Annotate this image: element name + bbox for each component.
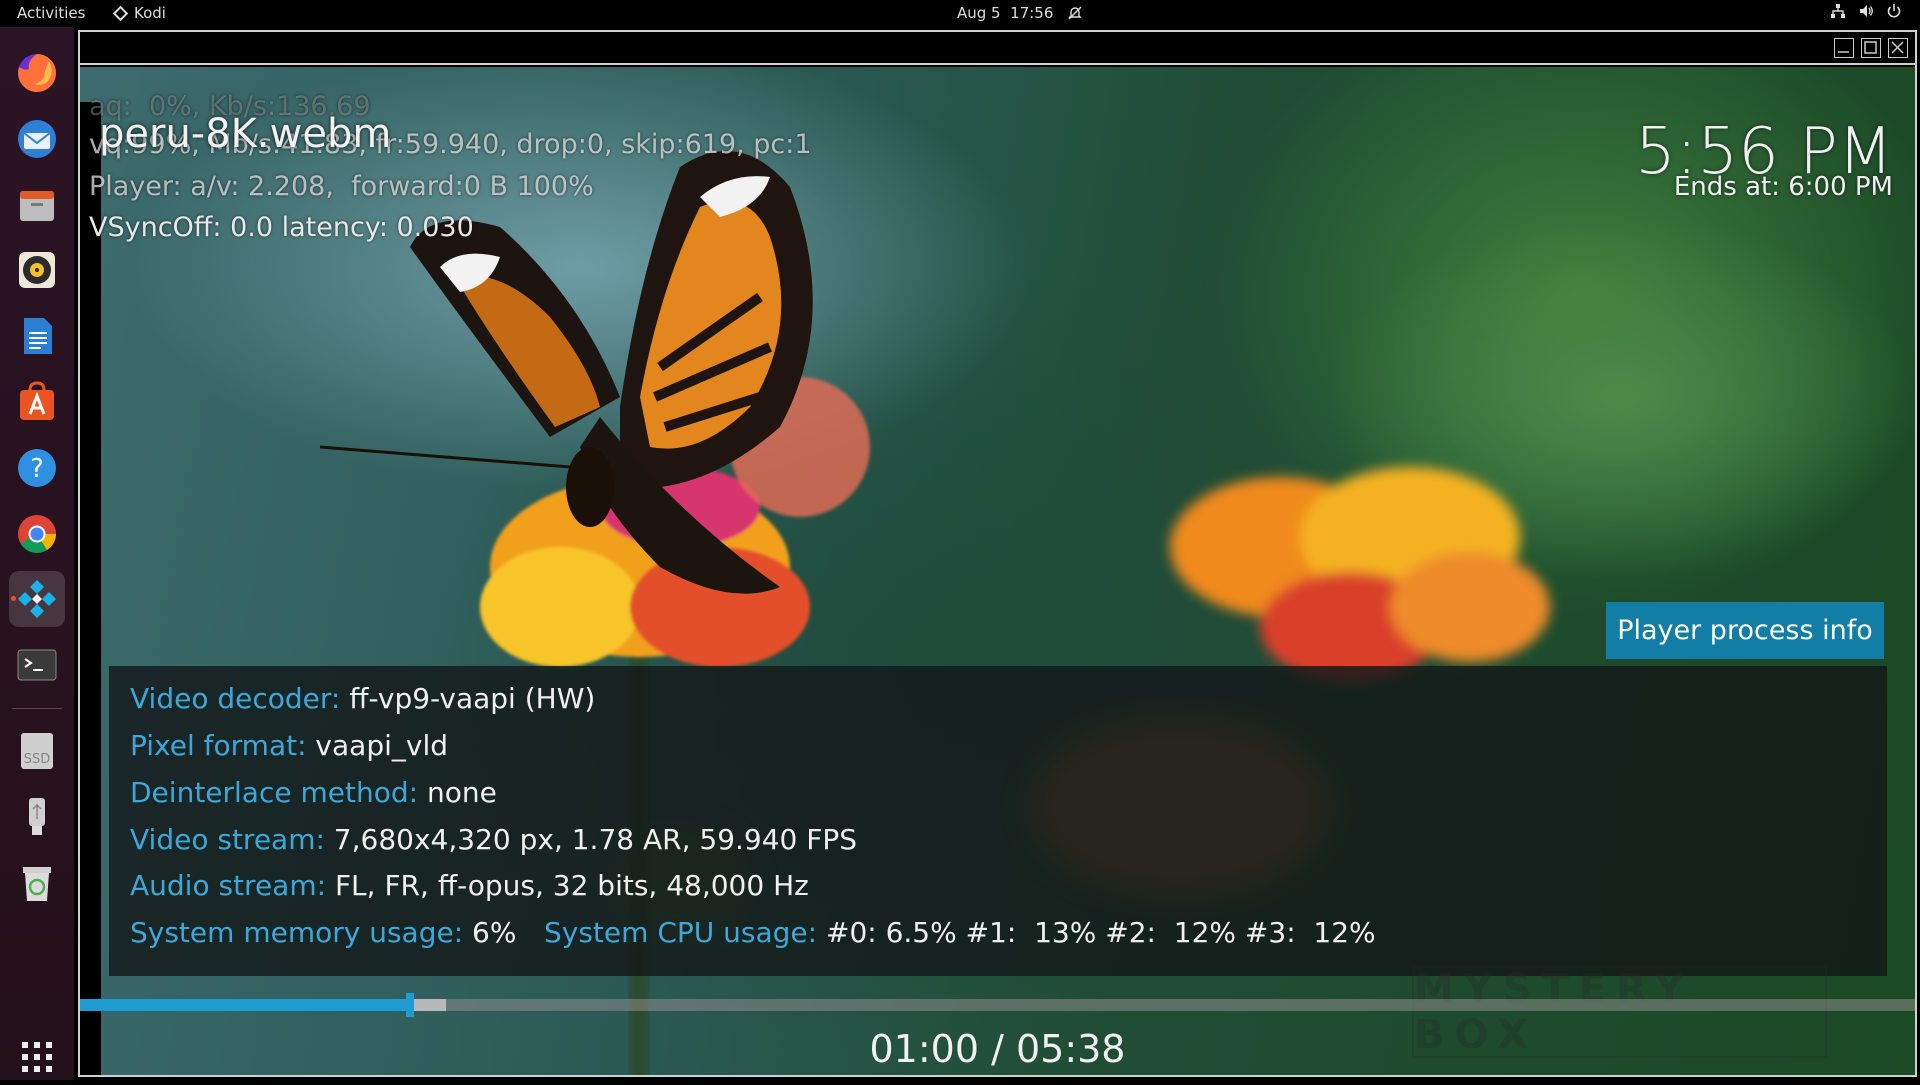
dock: ? SSD — [0, 27, 74, 1080]
dock-help[interactable]: ? — [9, 440, 65, 496]
rhythmbox-icon — [19, 252, 55, 288]
notifications-muted-icon — [1068, 6, 1083, 20]
minimize-button[interactable] — [1834, 38, 1854, 58]
info-label: Deinterlace method: — [130, 776, 419, 809]
date-time-menu[interactable]: Aug 5 17:56 — [957, 4, 1083, 22]
info-label: System memory usage: — [130, 916, 464, 949]
minimize-icon — [1838, 51, 1849, 53]
top-bar: Activities Kodi Aug 5 17:56 — [0, 0, 1920, 27]
writer-icon — [24, 318, 52, 354]
info-label: Pixel format: — [130, 729, 307, 762]
info-value: vaapi_vld — [306, 729, 448, 762]
network-icon — [1831, 4, 1845, 18]
maximize-button[interactable] — [1861, 38, 1881, 58]
info-row-system-memory: System memory usage: 6% — [130, 916, 516, 949]
kodi-window: aq: 0%, Kb/s:136.69 vq:99%, Mb/s:41.83, … — [78, 30, 1917, 1077]
dock-terminal[interactable] — [9, 637, 65, 693]
kodi-icon — [18, 580, 56, 618]
dock-chrome[interactable] — [9, 506, 65, 562]
apps-grid-icon — [22, 1042, 52, 1072]
date-label: Aug 5 — [957, 4, 1001, 22]
firefox-icon — [18, 53, 57, 92]
time-display: 01:00 / 05:38 — [869, 1027, 1126, 1071]
info-value: FL, FR, ff-opus, 32 bits, 48,000 Hz — [326, 869, 809, 902]
activities-button[interactable]: Activities — [17, 4, 85, 22]
info-label: System CPU usage: — [544, 916, 818, 949]
info-value: 7,680x4,320 px, 1.78 AR, 59.940 FPS — [324, 823, 858, 856]
dock-ssd-drive[interactable]: SSD — [9, 723, 65, 779]
ends-at-label: Ends at: 6:00 PM — [1673, 172, 1893, 202]
help-icon: ? — [18, 449, 56, 487]
close-icon — [1891, 41, 1904, 54]
info-value: 6% — [463, 916, 517, 949]
info-label: Video decoder: — [130, 682, 341, 715]
system-tray[interactable] — [1830, 3, 1902, 19]
ssd-label: SSD — [24, 752, 51, 767]
terminal-icon — [17, 649, 57, 681]
info-row-audio-stream: Audio stream: FL, FR, ff-opus, 32 bits, … — [130, 869, 809, 902]
files-icon — [20, 191, 54, 221]
debug-vsync-line: VSyncOff: 0.0 latency: 0.030 — [89, 212, 474, 243]
info-row-video-decoder: Video decoder: ff-vp9-vaapi (HW) — [130, 682, 595, 715]
kodi-icon — [112, 5, 129, 21]
ssd-drive-icon: SSD — [21, 733, 53, 769]
player-process-info-panel: Video decoder: ff-vp9-vaapi (HW) Pixel f… — [109, 666, 1887, 976]
info-row-video-stream: Video stream: 7,680x4,320 px, 1.78 AR, 5… — [130, 823, 857, 856]
maximize-icon — [1864, 41, 1877, 54]
debug-player-line: Player: a/v: 2.208, forward:0 B 100% — [89, 171, 594, 202]
trash-icon — [23, 867, 51, 901]
player-process-info-button[interactable]: Player process info — [1606, 602, 1884, 659]
dock-trash[interactable] — [9, 855, 65, 911]
video-letterbox — [80, 102, 101, 1075]
volume-icon — [1860, 5, 1873, 17]
time-label: 17:56 — [1010, 4, 1054, 22]
dock-separator — [12, 708, 62, 709]
dock-usb-drive[interactable] — [9, 789, 65, 845]
dock-thunderbird[interactable] — [9, 111, 65, 167]
dock-ubuntu-software[interactable] — [9, 374, 65, 430]
media-title: peru-8K.webm — [99, 111, 392, 157]
video-surface[interactable]: aq: 0%, Kb/s:136.69 vq:99%, Mb/s:41.83, … — [80, 67, 1915, 1075]
info-label: Audio stream: — [130, 869, 327, 902]
info-value: none — [418, 776, 497, 809]
app-menu-label: Kodi — [134, 4, 166, 22]
info-value: ff-vp9-vaapi (HW) — [340, 682, 596, 715]
info-value: #0: 6.5% #1: 13% #2: 12% #3: 12% — [817, 916, 1376, 949]
ubuntu-software-icon — [20, 381, 54, 420]
show-apps-button[interactable] — [9, 1029, 65, 1085]
app-menu[interactable]: Kodi — [112, 4, 166, 22]
usb-drive-icon — [29, 798, 45, 835]
power-icon — [1887, 4, 1901, 18]
info-row-deinterlace: Deinterlace method: none — [130, 776, 497, 809]
info-row-pixel-format: Pixel format: vaapi_vld — [130, 729, 448, 762]
close-button[interactable] — [1888, 38, 1908, 58]
dock-files[interactable] — [9, 177, 65, 233]
chrome-icon — [18, 515, 56, 553]
running-indicator — [11, 596, 16, 601]
seek-bar-progress — [80, 999, 410, 1011]
clock-label: Aug 5 17:56 — [957, 4, 1053, 22]
info-row-system-cpu: System CPU usage: #0: 6.5% #1: 13% #2: 1… — [544, 916, 1376, 949]
window-titlebar[interactable] — [80, 32, 1915, 65]
info-label: Video stream: — [130, 823, 325, 856]
seek-bar-handle[interactable] — [406, 993, 414, 1017]
dock-rhythmbox[interactable] — [9, 242, 65, 298]
thunderbird-icon — [18, 120, 56, 158]
dock-kodi[interactable] — [9, 571, 65, 627]
dock-firefox[interactable] — [9, 45, 65, 101]
svg-text:?: ? — [30, 454, 44, 484]
dock-writer[interactable] — [9, 308, 65, 364]
